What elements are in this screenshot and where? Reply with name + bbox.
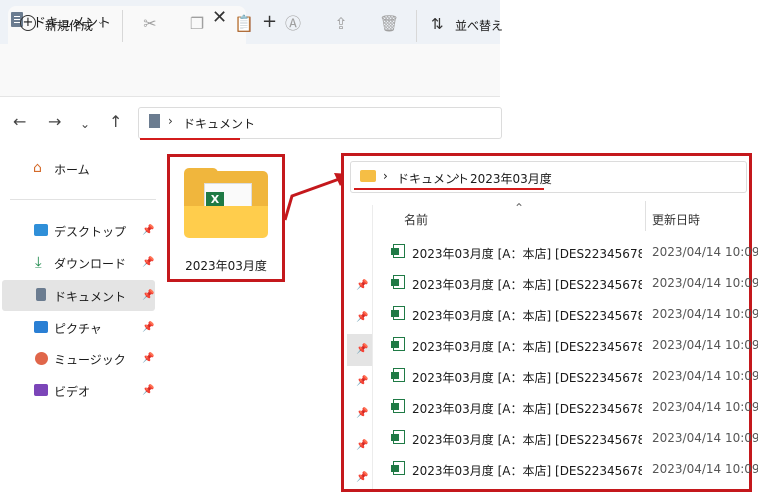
file-name[interactable]: 2023年03月度 [A：本店] [DES2234567890... (412, 400, 642, 417)
sort-button[interactable]: 並べ替え (455, 17, 503, 34)
excel-file-icon (391, 244, 405, 258)
sidebar-item-music[interactable]: ミュージック (54, 351, 126, 368)
download-icon: ⤓ (35, 253, 42, 271)
file-date: 2023/04/14 10:09 (652, 338, 758, 352)
sidebar-item-desktop[interactable]: デスクトップ (54, 223, 126, 240)
sidebar-item-documents[interactable]: ドキュメント (54, 288, 126, 305)
column-divider[interactable] (645, 201, 646, 231)
sidebar-item-downloads[interactable]: ダウンロード (54, 255, 126, 272)
file-date: 2023/04/14 10:09 (652, 400, 758, 414)
chevron-down-icon[interactable]: ⌄ (97, 17, 105, 27)
pin-icon[interactable]: 📌 (356, 280, 368, 291)
file-date: 2023/04/14 10:09 (652, 431, 758, 445)
file-name[interactable]: 2023年03月度 [A：本店] [DES2234567890... (412, 462, 642, 479)
sort-ascending-icon: ⌃ (514, 201, 525, 215)
pin-icon[interactable]: 📌 (142, 385, 154, 396)
excel-file-icon (391, 430, 405, 444)
sidebar-divider (10, 199, 156, 200)
file-name[interactable]: 2023年03月度 [A：本店] [DES2234567890... (412, 276, 642, 293)
desktop-icon (34, 224, 48, 236)
toolbar-divider (416, 10, 417, 42)
folder-icon (360, 170, 376, 182)
column-header-name[interactable]: 名前 (404, 211, 428, 228)
copy-icon[interactable]: ❐ (187, 14, 207, 34)
back-icon[interactable]: ← (13, 113, 26, 131)
video-icon (34, 384, 48, 396)
sidebar-item-pictures[interactable]: ピクチャ (54, 320, 102, 337)
close-tab-button[interactable]: ✕ (212, 8, 227, 28)
new-tab-button[interactable]: + (262, 12, 277, 32)
column-header-date[interactable]: 更新日時 (652, 211, 700, 228)
sort-icon[interactable]: ⇅ (431, 15, 444, 33)
file-date: 2023/04/14 10:09 (652, 245, 758, 259)
new-button[interactable]: 新規作成 (45, 17, 93, 34)
file-date: 2023/04/14 10:09 (652, 369, 758, 383)
add-circle-icon[interactable]: + (20, 15, 36, 31)
cut-icon[interactable]: ✂ (140, 14, 160, 34)
breadcrumb-chevron-icon[interactable]: › (383, 169, 388, 183)
pin-icon[interactable]: 📌 (142, 257, 154, 268)
pin-icon[interactable]: 📌 (356, 376, 368, 387)
file-date: 2023/04/14 10:09 (652, 307, 758, 321)
command-bar (0, 44, 500, 97)
excel-file-icon (391, 337, 405, 351)
file-name[interactable]: 2023年03月度 [A：本店] [DES2234567890... (412, 369, 642, 386)
breadcrumb-chevron-icon[interactable]: › (168, 114, 173, 128)
share-icon[interactable]: ⇪ (331, 14, 351, 34)
highlight-box (167, 154, 285, 282)
toolbar-divider (122, 10, 123, 42)
file-name[interactable]: 2023年03月度 [A：本店] [DES2234567890... (412, 338, 642, 355)
pin-icon[interactable]: 📌 (356, 408, 368, 419)
delete-icon[interactable]: 🗑 (379, 14, 399, 34)
breadcrumb-documents[interactable]: ドキュメント (183, 115, 255, 132)
highlight-underline (140, 138, 240, 140)
paste-icon[interactable]: 📋 (234, 14, 254, 34)
pin-icon[interactable]: 📌 (142, 225, 154, 236)
sidebar-item-home[interactable]: ホーム (54, 161, 90, 178)
up-icon[interactable]: ↑ (109, 113, 122, 131)
file-name[interactable]: 2023年03月度 [A：本店] [DES2234567890... (412, 307, 642, 324)
breadcrumb-folder[interactable]: 2023年03月度 (470, 170, 552, 187)
file-date: 2023/04/14 10:09 (652, 462, 758, 476)
breadcrumb-chevron-icon[interactable]: › (455, 169, 460, 183)
pin-icon[interactable]: 📌 (356, 440, 368, 451)
pin-icon[interactable]: 📌 (142, 353, 154, 364)
document-icon (149, 114, 160, 128)
home-icon: ⌂ (33, 160, 42, 176)
file-date: 2023/04/14 10:09 (652, 276, 758, 290)
pictures-icon (34, 321, 48, 333)
rename-icon[interactable]: Ⓐ (283, 14, 303, 34)
excel-file-icon (391, 461, 405, 475)
recent-chevron-icon[interactable]: ⌄ (80, 115, 90, 133)
music-icon (35, 352, 48, 365)
excel-file-icon (391, 399, 405, 413)
document-icon (36, 288, 46, 301)
pin-icon[interactable]: 📌 (356, 472, 368, 483)
pin-icon[interactable]: 📌 (142, 290, 154, 301)
pin-icon[interactable]: 📌 (142, 322, 154, 333)
excel-file-icon (391, 306, 405, 320)
highlight-underline (354, 188, 544, 190)
forward-icon[interactable]: → (48, 113, 61, 131)
sidebar-item-videos[interactable]: ビデオ (54, 383, 90, 400)
excel-file-icon (391, 368, 405, 382)
excel-file-icon (391, 275, 405, 289)
file-name[interactable]: 2023年03月度 [A：本店] [DES2234567890... (412, 245, 642, 262)
pin-icon[interactable]: 📌 (356, 312, 368, 323)
pin-icon[interactable]: 📌 (356, 344, 368, 355)
file-name[interactable]: 2023年03月度 [A：本店] [DES2234567890... (412, 431, 642, 448)
